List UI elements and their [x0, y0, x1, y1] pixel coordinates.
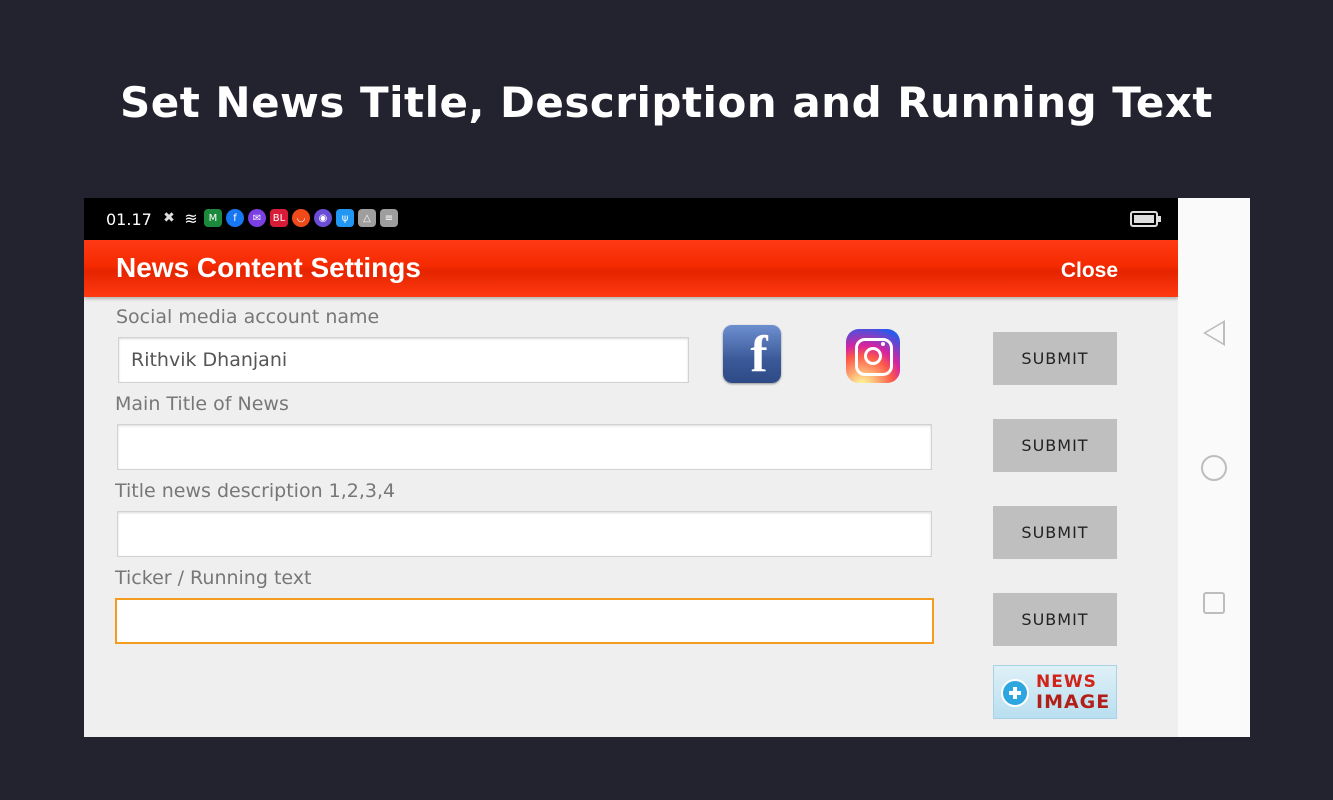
close-button[interactable]: Close — [1061, 259, 1118, 283]
facebook-small-icon: f — [226, 209, 244, 227]
mail-icon: ✉ — [248, 209, 266, 227]
usb-icon: ψ — [336, 209, 354, 227]
app-bar: News Content Settings Close — [84, 240, 1178, 297]
social-account-label: Social media account name — [116, 306, 380, 328]
ticker-label: Ticker / Running text — [115, 567, 312, 589]
home-icon[interactable] — [1201, 455, 1227, 481]
bl-icon: BL — [270, 209, 288, 227]
social-account-input[interactable]: Rithvik Dhanjani — [118, 337, 689, 383]
main-title-label: Main Title of News — [115, 393, 289, 415]
storage-icon: ≡ — [380, 209, 398, 227]
wifi-icon: ≋ — [184, 208, 198, 228]
instagram-icon[interactable] — [846, 329, 900, 383]
submit-social-button[interactable]: SUBMIT — [993, 332, 1117, 385]
notification-x-icon: ✖ — [163, 210, 175, 226]
description-label: Title news description 1,2,3,4 — [115, 480, 396, 502]
instagram-dot — [881, 342, 885, 346]
app-title: News Content Settings — [116, 252, 421, 283]
drive-icon: △ — [358, 209, 376, 227]
app-green-icon: M — [204, 209, 222, 227]
status-bar: 01.17 ✖ ≋ Mf ✉ BL ◡ ◉ ψ △ ≡ — [84, 198, 1178, 240]
news-image-line2: IMAGE — [1036, 691, 1111, 713]
facebook-icon[interactable]: f — [723, 325, 781, 383]
recents-icon[interactable] — [1203, 592, 1225, 614]
ticker-input[interactable] — [115, 598, 934, 644]
device-screen: 01.17 ✖ ≋ Mf ✉ BL ◡ ◉ ψ △ ≡ News Content Settings… — [84, 198, 1250, 737]
navigation-bar — [1178, 198, 1250, 737]
app-multicolor-icon: ◉ — [314, 209, 332, 227]
status-icons: ✖ ≋ Mf ✉ BL ◡ ◉ ψ △ ≡ — [160, 208, 398, 228]
plus-icon — [1001, 679, 1029, 707]
page-headline: Set News Title, Description and Running … — [119, 78, 1214, 127]
battery-icon — [1130, 211, 1161, 227]
instagram-lens — [864, 347, 882, 365]
back-icon[interactable] — [1203, 320, 1225, 346]
news-image-line1: NEWS — [1036, 672, 1097, 692]
main-title-input[interactable] — [117, 424, 932, 470]
app-orange-icon: ◡ — [292, 209, 310, 227]
submit-description-button[interactable]: SUBMIT — [993, 506, 1117, 559]
submit-main-title-button[interactable]: SUBMIT — [993, 419, 1117, 472]
submit-ticker-button[interactable]: SUBMIT — [993, 593, 1117, 646]
status-time: 01.17 — [106, 210, 152, 229]
description-input[interactable] — [117, 511, 932, 557]
add-news-image-button[interactable]: NEWS IMAGE — [993, 665, 1117, 719]
